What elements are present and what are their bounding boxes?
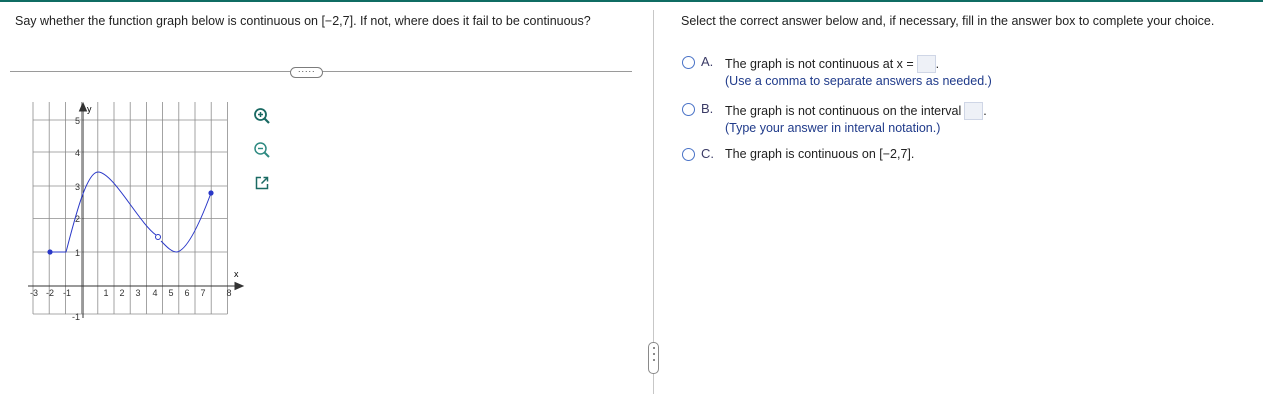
question-text: Say whether the function graph below is … — [15, 14, 591, 28]
option-c-text: The graph is continuous on [−2,7]. — [725, 147, 915, 161]
x-tick-label: 7 — [200, 288, 205, 298]
radio-option-c[interactable] — [682, 148, 695, 161]
x-tick-label: -1 — [63, 288, 71, 298]
option-a-hint: (Use a comma to separate answers as need… — [725, 74, 992, 88]
popout-icon[interactable] — [254, 175, 270, 191]
graph-axes — [28, 101, 245, 318]
y-tick-label: 4 — [75, 148, 80, 158]
open-point-hole — [155, 234, 161, 240]
x-tick-label: 6 — [184, 288, 189, 298]
x-tick-label: 3 — [135, 288, 140, 298]
x-tick-label: 8 — [226, 288, 231, 298]
option-b-text: The graph is not continuous on the inter… — [725, 104, 962, 118]
option-text: The graph is not continuous at x =. — [725, 55, 940, 73]
more-button[interactable]: ····· — [290, 67, 323, 78]
option-letter: B. — [701, 101, 714, 116]
x-tick-label: -2 — [46, 288, 54, 298]
function-graph: y x -3 -2 -1 1 2 3 4 5 6 7 8 5 4 3 2 1 -… — [28, 101, 245, 320]
x-axis-label: x — [234, 269, 239, 279]
closed-endpoint-right — [208, 190, 214, 196]
closed-endpoint-left — [47, 249, 53, 255]
radio-option-b[interactable] — [682, 103, 695, 116]
zoom-out-icon[interactable] — [253, 141, 271, 159]
x-tick-label: -3 — [30, 288, 38, 298]
option-text: The graph is not continuous on the inter… — [725, 102, 987, 120]
answer-box-b[interactable] — [964, 102, 984, 120]
x-tick-label: 5 — [168, 288, 173, 298]
option-a-text: The graph is not continuous at x = — [725, 57, 914, 71]
graph-grid — [32, 102, 228, 315]
y-axis-label: y — [87, 104, 92, 114]
radio-option-a[interactable] — [682, 56, 695, 69]
top-accent-bar — [0, 0, 1263, 2]
panel-resize-handle[interactable] — [648, 342, 659, 374]
option-b-hint: (Type your answer in interval notation.) — [725, 121, 941, 135]
zoom-in-icon[interactable] — [253, 107, 271, 125]
y-tick-label: -1 — [72, 312, 80, 320]
option-letter: C. — [701, 146, 714, 161]
y-tick-label: 3 — [75, 182, 80, 192]
option-letter: A. — [701, 54, 714, 69]
y-tick-label: 1 — [75, 248, 80, 258]
panel-divider — [653, 10, 654, 394]
x-tick-label: 2 — [119, 288, 124, 298]
answer-box-a[interactable] — [916, 55, 936, 73]
function-curve-left — [50, 171, 157, 253]
function-curve-right — [160, 192, 212, 253]
x-tick-label: 1 — [103, 288, 108, 298]
x-tick-label: 4 — [152, 288, 157, 298]
answer-prompt: Select the correct answer below and, if … — [681, 14, 1215, 28]
y-tick-label: 5 — [75, 116, 80, 126]
